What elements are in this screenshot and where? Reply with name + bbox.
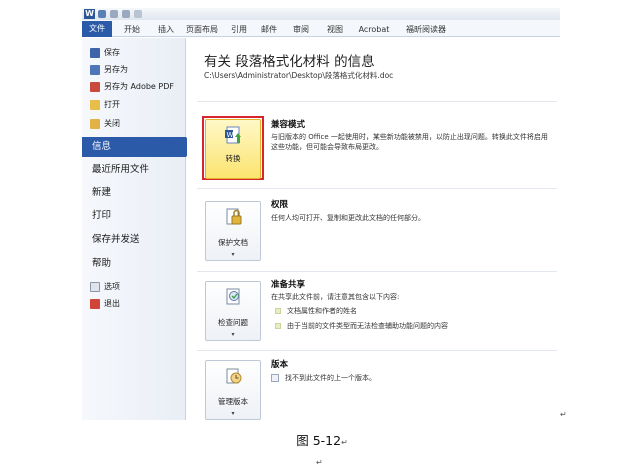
permissions-heading: 权限 [271,200,289,210]
nav-exit[interactable]: 退出 [90,297,120,311]
save-qat-icon[interactable] [98,10,106,18]
nav-save-as-label: 另存为 [104,65,128,74]
tab-page-layout[interactable]: 页面布局 [184,22,220,37]
paragraph-mark: ↵ [341,438,348,447]
paragraph-mark: ↵ [560,410,567,419]
nav-open[interactable]: 打开 [90,98,120,112]
versions-icon [226,368,242,384]
permissions-description: 任何人均可打开、复制和更改此文档的任何部分。 [271,214,425,222]
check-for-issues-button[interactable]: 检查问题 ▾ [205,281,261,341]
convert-button[interactable]: W 转换 [205,119,261,179]
paragraph-mark: ↵ [316,458,323,467]
protect-document-label: 保护文档 [218,238,248,247]
nav-section-help[interactable]: 帮助 [82,254,186,274]
page-title: 有关 段落格式化材料 的信息 [204,54,375,70]
nav-save-as-pdf[interactable]: 另存为 Adobe PDF [90,80,174,94]
list-item: 由于当前的文件类型而无法检查辅助功能问题的内容 [275,321,448,331]
info-pane: 有关 段落格式化材料 的信息 C:\Users\Administrator\De… [187,38,560,420]
divider [197,350,557,351]
prepare-sharing-heading: 准备共享 [271,280,306,290]
redo-icon[interactable] [122,10,130,18]
divider [197,101,557,102]
tab-foxit-reader[interactable]: 福昕阅读器 [398,22,454,37]
tab-file[interactable]: 文件 [82,21,112,37]
open-folder-icon [90,100,100,110]
tab-acrobat[interactable]: Acrobat [354,22,394,37]
manage-versions-button[interactable]: 管理版本 ▾ [205,360,261,420]
divider [197,188,557,189]
save-icon [90,48,100,58]
ribbon-tabs: 文件 开始 插入 页面布局 引用 邮件 审阅 视图 Acrobat 福昕阅读器 [82,20,560,37]
nav-options-label: 选项 [104,282,120,291]
nav-section-info[interactable]: 信息 [82,137,194,157]
nav-save-as[interactable]: 另存为 [90,63,128,77]
tab-insert[interactable]: 插入 [152,22,180,37]
close-folder-icon [90,119,100,129]
list-item: 文档属性和作者的姓名 [275,306,357,316]
nav-save[interactable]: 保存 [90,46,120,60]
convert-label: 转换 [225,154,241,163]
inspect-document-icon [226,288,240,305]
bullet-icon [275,308,281,314]
divider [197,271,557,272]
prepare-sharing-description: 在共享此文件前，请注意其包含以下内容: [271,293,400,301]
tab-review[interactable]: 审阅 [288,22,314,37]
versions-status: 找不到此文件的上一个版本。 [271,373,376,383]
quick-access-toolbar: W [82,8,560,20]
nav-close-label: 关闭 [104,119,120,128]
lock-key-icon [226,208,242,225]
nav-options[interactable]: 选项 [90,280,120,294]
document-icon [271,374,279,382]
versions-description: 找不到此文件的上一个版本。 [285,374,376,382]
nav-section-save-send[interactable]: 保存并发送 [82,230,186,250]
compat-description: 与旧版本的 Office 一起使用时，某些新功能被禁用，以防止出现问题。转换此文… [271,133,548,151]
versions-heading: 版本 [271,360,289,370]
manage-versions-label: 管理版本 [218,397,248,406]
nav-section-recent[interactable]: 最近所用文件 [82,160,186,180]
chevron-down-icon: ▾ [231,331,235,338]
caption-text: 图 5-12 [296,433,342,448]
compat-heading: 兼容模式 [271,120,306,130]
nav-save-label: 保存 [104,48,120,57]
customize-qat-icon[interactable] [134,10,142,18]
check-for-issues-label: 检查问题 [218,318,248,327]
nav-section-print[interactable]: 打印 [82,206,186,226]
backstage-nav: 保存 另存为 另存为 Adobe PDF 打开 关闭 信息 最近所用文件 新建 … [82,38,194,420]
list-item-text: 由于当前的文件类型而无法检查辅助功能问题的内容 [287,322,448,330]
list-item-text: 文档属性和作者的姓名 [287,307,357,315]
nav-section-new[interactable]: 新建 [82,183,186,203]
nav-open-label: 打开 [104,100,120,109]
options-icon [90,282,100,292]
undo-icon[interactable] [110,10,118,18]
figure-caption: 图 5-12↵ [0,430,644,449]
tab-mailings[interactable]: 邮件 [256,22,282,37]
tab-home[interactable]: 开始 [118,22,146,37]
nav-close[interactable]: 关闭 [90,117,120,131]
tab-view[interactable]: 视图 [322,22,348,37]
tab-references[interactable]: 引用 [226,22,252,37]
exit-icon [90,299,100,309]
backstage-screenshot: W 文件 开始 插入 页面布局 引用 邮件 审阅 视图 Acrobat 福昕阅读… [82,8,560,420]
convert-document-icon: W [225,126,241,144]
svg-text:W: W [227,131,234,139]
protect-document-button[interactable]: 保护文档 ▾ [205,201,261,261]
chevron-down-icon: ▾ [231,410,235,417]
pdf-icon [90,82,100,92]
chevron-down-icon: ▾ [231,251,235,258]
nav-exit-label: 退出 [104,299,120,308]
word-logo-icon: W [84,9,95,19]
nav-save-as-pdf-label: 另存为 Adobe PDF [104,82,174,91]
bullet-icon [275,323,281,329]
save-as-icon [90,65,100,75]
file-path: C:\Users\Administrator\Desktop\段落格式化材料.d… [204,71,394,80]
